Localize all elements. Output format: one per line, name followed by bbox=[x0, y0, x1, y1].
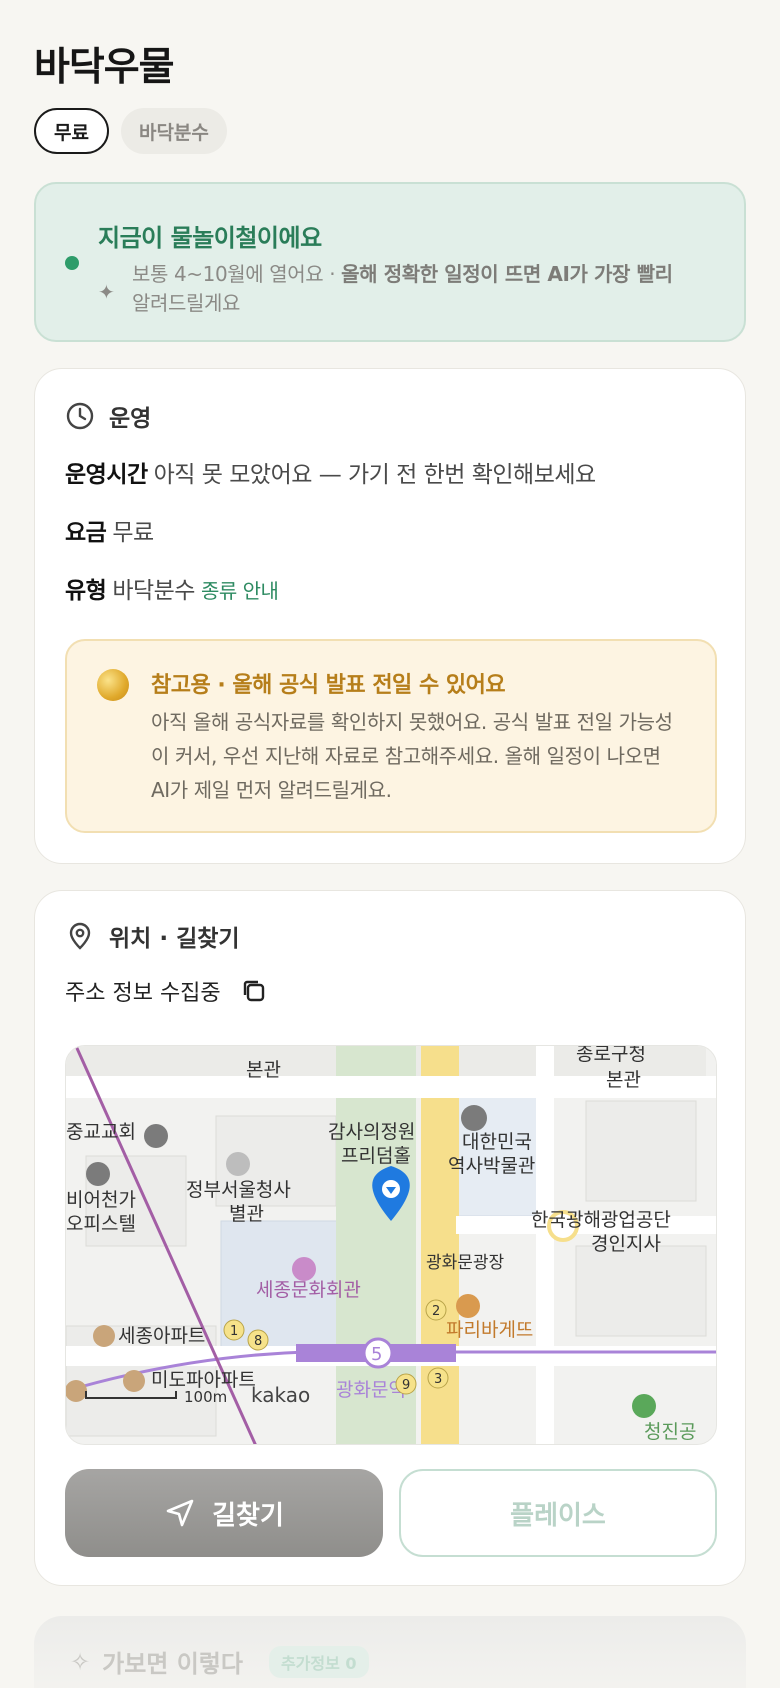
map-label-park: 청진공 bbox=[644, 1421, 696, 1443]
next-section-card: ✧ 가보면 이렇다 추가정보 0 bbox=[34, 1616, 746, 1688]
status-dot bbox=[65, 256, 79, 270]
season-banner: 지금이 물놀이철이에요 ✦ 보통 4~10월에 열어요 · 올해 정확한 일정이… bbox=[34, 182, 746, 342]
map-exit-3: 3 bbox=[434, 1372, 442, 1387]
map-line-number: 5 bbox=[371, 1344, 382, 1365]
location-card: 위치 · 길찾기 주소 정보 수집중 본관 종로구청 본관 중교교회 감사의정원… bbox=[34, 890, 746, 1586]
clock-icon bbox=[66, 402, 94, 430]
season-detail-bold: 올해 정확한 일정이 뜨면 AI가 가장 빨리 bbox=[341, 262, 673, 286]
season-detail-plain: 보통 4~10월에 열어요 · bbox=[132, 262, 342, 286]
hours-value: 아직 못 모았어요 — 가기 전 한번 확인해보세요 bbox=[153, 462, 597, 488]
hours-key: 운영시간 bbox=[65, 462, 148, 488]
map-scale-label: 100m bbox=[184, 1388, 227, 1406]
map-label-gov: 정부서울청사 bbox=[186, 1179, 291, 1201]
sparkle-icon: ✦ bbox=[98, 280, 115, 304]
type-guide-link[interactable]: 종류 안내 bbox=[201, 579, 279, 603]
coin-icon bbox=[97, 669, 129, 701]
map-label-kmp: 한국광해광업공단 bbox=[531, 1209, 671, 1231]
next-section-title: 가보면 이렇다 bbox=[102, 1650, 243, 1678]
map-label-square: 광화문광장 bbox=[426, 1253, 505, 1273]
map-exit-9: 9 bbox=[402, 1378, 410, 1393]
map-exit-8: 8 bbox=[254, 1334, 262, 1349]
location-title: 위치 · 길찾기 bbox=[109, 926, 240, 952]
notice-title: 참고용 · 올해 공식 발표 전일 수 있어요 bbox=[151, 673, 506, 698]
map-label-office: 비어천가 bbox=[66, 1189, 136, 1211]
map-label-church: 중교교회 bbox=[66, 1121, 136, 1143]
season-detail: 보통 4~10월에 열어요 · 올해 정확한 일정이 뜨면 AI가 가장 빨리알… bbox=[132, 260, 732, 318]
address-text: 주소 정보 수집중 bbox=[65, 981, 221, 1006]
map-label-sejong: 세종문화회관 bbox=[256, 1279, 361, 1301]
fee-key: 요금 bbox=[65, 520, 107, 546]
operation-title: 운영 bbox=[109, 406, 152, 432]
type-row: 유형 바닥분수 종류 안내 bbox=[65, 571, 279, 605]
hours-row: 운영시간 아직 못 모았어요 — 가기 전 한번 확인해보세요 bbox=[65, 455, 596, 489]
map-label-paris: 파리바게뜨 bbox=[446, 1319, 533, 1341]
location-actions: 길찾기 플레이스 bbox=[65, 1469, 717, 1557]
next-section-header: ✧ 가보면 이렇다 추가정보 0 bbox=[70, 1644, 369, 1679]
pin-icon bbox=[69, 922, 91, 950]
map-label-audit: 감사의정원 bbox=[328, 1121, 415, 1143]
tag-chips: 무료 바닥분수 bbox=[34, 108, 227, 154]
season-headline: 지금이 물놀이철이에요 bbox=[98, 224, 322, 252]
map-label-kmp-branch: 경인지사 bbox=[591, 1233, 661, 1255]
map-label-audit-hall: 프리덤홀 bbox=[341, 1145, 411, 1167]
season-detail-tail: 알려드릴게요 bbox=[132, 291, 240, 315]
place-label: 플레이스 bbox=[510, 1500, 606, 1531]
location-header: 위치 · 길찾기 bbox=[65, 919, 240, 953]
map-exit-2: 2 bbox=[432, 1304, 440, 1319]
map-label-gov-annex: 별관 bbox=[229, 1203, 264, 1225]
chip-free[interactable]: 무료 bbox=[34, 108, 109, 154]
map-brand: kakao bbox=[251, 1383, 310, 1407]
map-label-officetel: 오피스텔 bbox=[66, 1213, 136, 1235]
map-label-museum: 대한민국 bbox=[462, 1131, 532, 1153]
chip-floor-fountain[interactable]: 바닥분수 bbox=[120, 108, 227, 154]
sparkle-icon: ✧ bbox=[70, 1647, 91, 1676]
page-title: 바닥우물 bbox=[34, 45, 175, 90]
directions-button[interactable]: 길찾기 bbox=[65, 1469, 383, 1557]
map-label-district: 종로구청 bbox=[576, 1046, 646, 1065]
operation-header: 운영 bbox=[65, 399, 151, 433]
operation-card: 운영 운영시간 아직 못 모았어요 — 가기 전 한번 확인해보세요 요금 무료 유… bbox=[34, 368, 746, 864]
map-exit-1: 1 bbox=[230, 1324, 238, 1339]
place-button[interactable]: 플레이스 bbox=[399, 1469, 717, 1557]
reference-notice: 참고용 · 올해 공식 발표 전일 수 있어요 아직 올해 공식자료를 확인하지… bbox=[65, 639, 717, 833]
navigation-arrow-icon bbox=[166, 1499, 194, 1527]
map-label-museum2: 역사박물관 bbox=[448, 1155, 535, 1177]
map-label-station: 광화문역 bbox=[336, 1379, 406, 1401]
map-view[interactable]: 본관 종로구청 본관 중교교회 감사의정원 프리덤홀 대한민국 역사박물관 정부… bbox=[65, 1045, 717, 1445]
copy-icon[interactable] bbox=[239, 976, 269, 1006]
type-value: 바닥분수 bbox=[112, 578, 195, 604]
address-row: 주소 정보 수집중 bbox=[65, 975, 269, 1007]
fee-row: 요금 무료 bbox=[65, 513, 154, 547]
directions-label: 길찾기 bbox=[212, 1500, 284, 1531]
map-label-apt1: 세종아파트 bbox=[118, 1325, 205, 1347]
notice-body: 아직 올해 공식자료를 확인하지 못했어요. 공식 발표 전일 가능성이 커서,… bbox=[151, 710, 673, 802]
map-label-district-hall: 본관 bbox=[606, 1069, 641, 1091]
next-section-badge: 추가정보 0 bbox=[268, 1645, 369, 1678]
fee-value: 무료 bbox=[112, 520, 154, 546]
map-label-hall: 본관 bbox=[246, 1059, 281, 1081]
type-key: 유형 bbox=[65, 578, 107, 604]
